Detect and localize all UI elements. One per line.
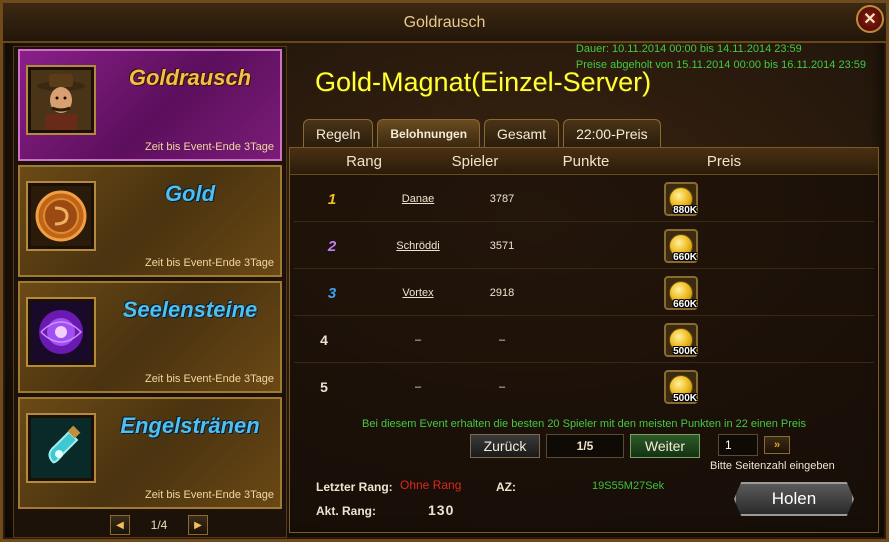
event-card-engelstraenen[interactable]: Engelstränen Zeit bis Event-Ende 3Tage — [18, 397, 282, 509]
last-rank-label: Letzter Rang: — [316, 480, 393, 494]
header-preis: Preis — [706, 153, 742, 170]
reward-amount: 500K — [673, 393, 697, 404]
player-cell: – — [414, 381, 422, 393]
next-button[interactable]: Weiter — [630, 434, 700, 458]
player-link[interactable]: Vortex — [378, 270, 458, 316]
soul-stone-icon — [26, 297, 96, 367]
event-heading: Gold-Magnat(Einzel-Server) — [315, 67, 652, 97]
tab-bar: Regeln Belohnungen Gesamt 22:00-Preis — [303, 119, 661, 147]
player-link[interactable]: Danae — [378, 176, 458, 222]
claim-button[interactable]: Holen — [734, 482, 854, 516]
header-punkte: Punkte — [562, 153, 610, 170]
event-duration: Dauer: 10.11.2014 00:00 bis 14.11.2014 2… — [575, 43, 802, 55]
rank-cell: 5 — [320, 379, 328, 395]
points-cell: – — [498, 334, 506, 346]
reward-amount: 880K — [673, 205, 697, 216]
page-number-input[interactable] — [718, 434, 758, 456]
title-bar: Goldrausch ✕ — [3, 3, 886, 43]
page-input-hint: Bitte Seitenzahl eingeben — [710, 460, 835, 472]
table-row: 3 Vortex 2918 660K — [294, 270, 874, 316]
reward-amount: 660K — [673, 252, 697, 263]
event-window: Goldrausch ✕ Goldrausch Zeit bis Event-E… — [0, 0, 889, 542]
gold-coin-icon — [26, 181, 96, 251]
gold-reward-icon[interactable]: 660K — [664, 276, 698, 310]
rank-cell: 3 — [327, 284, 337, 302]
last-rank-value: Ohne Rang — [400, 478, 462, 492]
reward-amount: 500K — [673, 346, 697, 357]
event-list: Goldrausch Zeit bis Event-Ende 3Tage Gol… — [13, 46, 287, 538]
points-cell: 3571 — [489, 240, 515, 252]
table-header: Rang Spieler Punkte Preis — [290, 148, 878, 175]
event-name: Goldrausch — [128, 65, 252, 90]
angel-tear-icon — [26, 413, 96, 483]
tab-belohnungen[interactable]: Belohnungen — [377, 119, 481, 147]
header-spieler: Spieler — [451, 153, 499, 170]
event-name: Seelensteine — [122, 297, 258, 322]
reward-amount: 660K — [673, 299, 697, 310]
tab-gesamt[interactable]: Gesamt — [484, 119, 560, 147]
player-link[interactable]: Schröddi — [378, 223, 458, 269]
az-value: 19S55M27Sek — [592, 480, 665, 492]
event-time: Zeit bis Event-Ende 3Tage — [144, 373, 274, 385]
event-time: Zeit bis Event-Ende 3Tage — [144, 257, 274, 269]
ranking-panel: Rang Spieler Punkte Preis 1 Danae 3787 8… — [289, 147, 879, 533]
event-name: Engelstränen — [120, 413, 260, 438]
event-name: Gold — [164, 181, 216, 206]
player-cell: – — [414, 334, 422, 346]
page-indicator: 1/5 — [546, 434, 624, 458]
event-card-seelensteine[interactable]: Seelensteine Zeit bis Event-Ende 3Tage — [18, 281, 282, 393]
rank-cell: 2 — [327, 237, 337, 255]
points-cell: – — [498, 381, 506, 393]
gold-reward-icon[interactable]: 880K — [664, 182, 698, 216]
event-page-indicator: 1/4 — [150, 518, 168, 532]
reward-cell: 660K — [646, 270, 716, 316]
event-time: Zeit bis Event-Ende 3Tage — [144, 489, 274, 501]
prev-page-button[interactable]: ◀ — [110, 515, 130, 535]
points-cell: 3787 — [489, 193, 515, 205]
current-rank-label: Akt. Rang: — [316, 504, 376, 518]
next-page-button[interactable]: ▶ — [188, 515, 208, 535]
go-page-button[interactable]: » — [764, 436, 790, 454]
current-rank-value: 130 — [428, 502, 455, 518]
window-title: Goldrausch — [403, 14, 486, 31]
rank-cell: 1 — [327, 190, 337, 208]
points-cell: 2918 — [489, 287, 515, 299]
gold-reward-icon[interactable]: 500K — [664, 323, 698, 357]
reward-cell: 500K — [646, 364, 716, 410]
close-button[interactable]: ✕ — [856, 5, 884, 33]
table-row: 4 – – 500K — [294, 317, 874, 363]
table-row: 5 – – 500K — [294, 364, 874, 410]
event-card-gold[interactable]: Gold Zeit bis Event-Ende 3Tage — [18, 165, 282, 277]
miner-portrait-icon — [26, 65, 96, 135]
header-rang: Rang — [346, 153, 382, 170]
reward-cell: 880K — [646, 176, 716, 222]
rank-cell: 4 — [320, 332, 328, 348]
reward-info-text: Bei diesem Event erhalten die besten 20 … — [362, 418, 806, 430]
table-row: 2 Schröddi 3571 660K — [294, 223, 874, 269]
gold-reward-icon[interactable]: 500K — [664, 370, 698, 404]
reward-cell: 500K — [646, 317, 716, 363]
table-row: 1 Danae 3787 880K — [294, 176, 874, 222]
tab-regeln[interactable]: Regeln — [303, 119, 374, 147]
event-card-goldrausch[interactable]: Goldrausch Zeit bis Event-Ende 3Tage — [18, 49, 282, 161]
tab-preis[interactable]: 22:00-Preis — [563, 119, 661, 147]
reward-cell: 660K — [646, 223, 716, 269]
event-list-pager: ◀ 1/4 ▶ — [110, 515, 208, 535]
az-label: AZ: — [496, 480, 516, 494]
gold-reward-icon[interactable]: 660K — [664, 229, 698, 263]
back-button[interactable]: Zurück — [470, 434, 540, 458]
event-time: Zeit bis Event-Ende 3Tage — [144, 141, 274, 153]
